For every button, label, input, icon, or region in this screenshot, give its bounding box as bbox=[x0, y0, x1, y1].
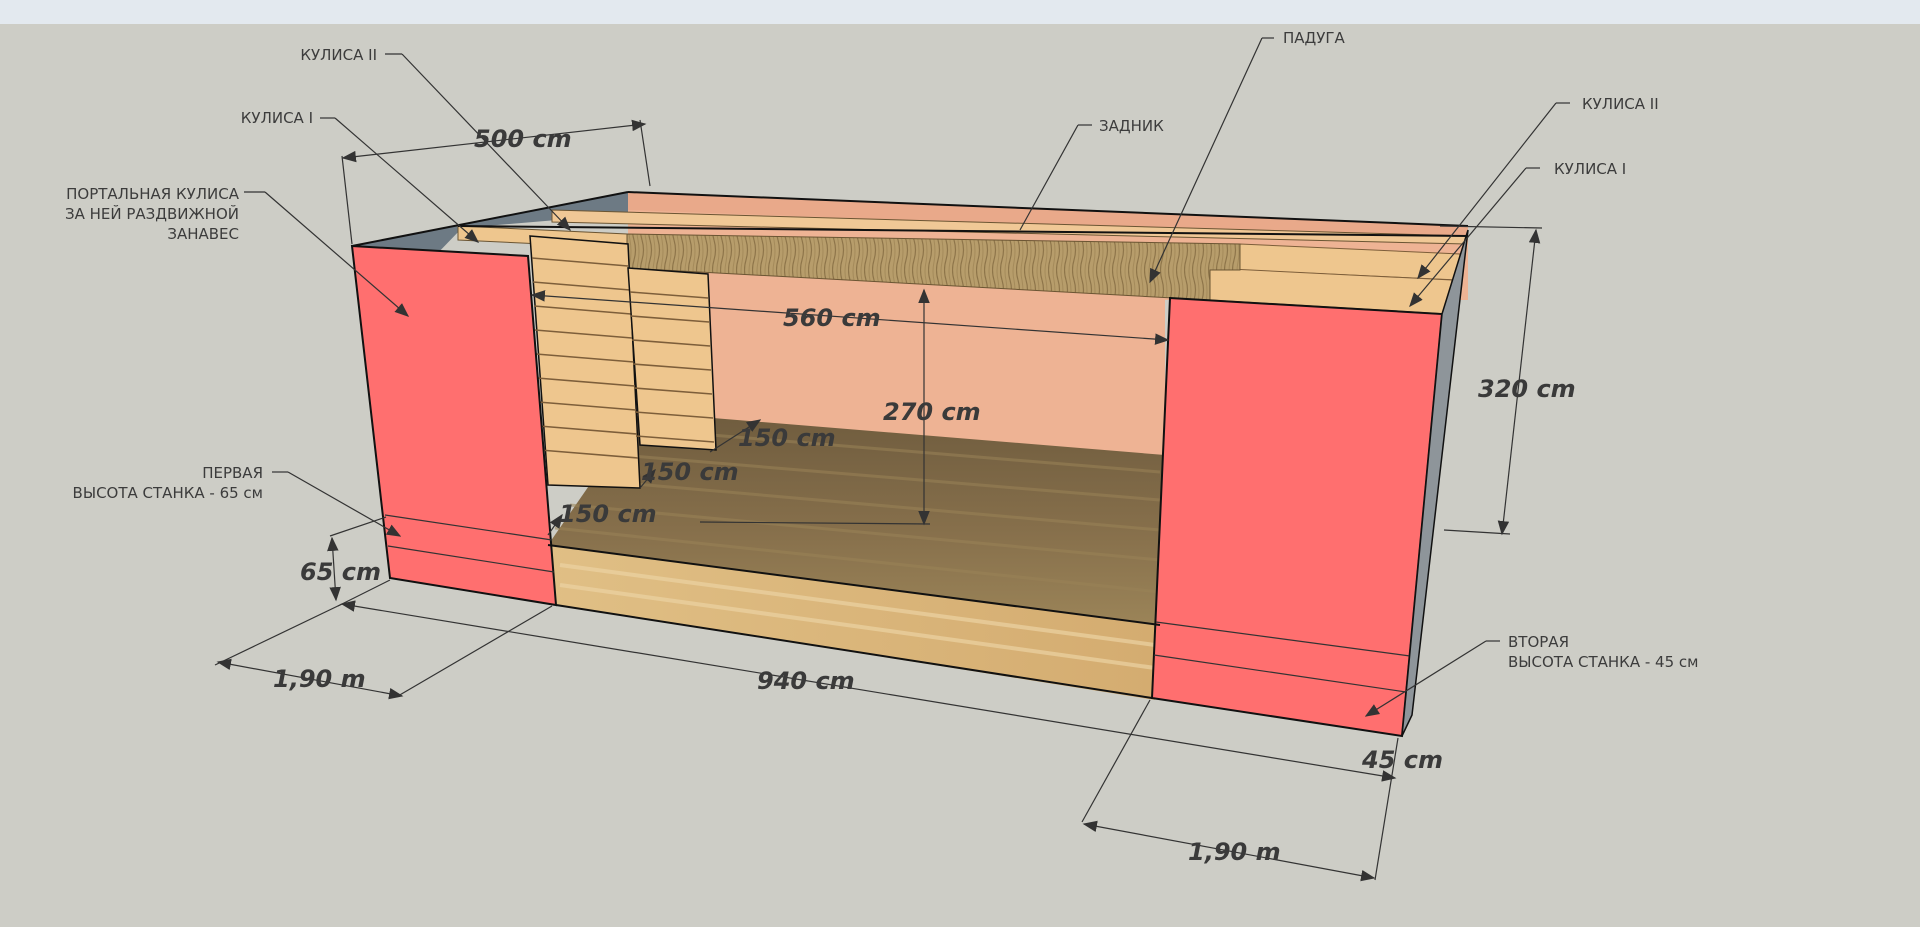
label-paduga: ПАДУГА bbox=[1283, 29, 1346, 47]
dim-opening-height: 270 cm bbox=[883, 398, 981, 426]
label-first-platform-line-1: ПЕРВАЯ bbox=[202, 464, 263, 482]
label-zadnik: ЗАДНИК bbox=[1099, 117, 1164, 135]
dim-right-platform-width: 1,90 m bbox=[1188, 838, 1281, 866]
dim-left-platform-width: 1,90 m bbox=[273, 665, 366, 693]
label-kulisa-2-right: КУЛИСА II bbox=[1582, 95, 1659, 113]
dim-opening-width: 560 cm bbox=[783, 304, 881, 332]
label-portal-line-2: ЗА НЕЙ РАЗДВИЖНОЙ bbox=[65, 204, 239, 223]
label-first-platform-line-2: ВЫСОТА СТАНКА - 65 см bbox=[73, 484, 263, 502]
dim-depth-top: 500 cm bbox=[474, 125, 572, 153]
dim-wing-depth-3: 150 cm bbox=[559, 500, 657, 528]
label-second-platform-line-2: ВЫСОТА СТАНКА - 45 см bbox=[1508, 653, 1698, 671]
right-portal-kulisa bbox=[1150, 296, 1444, 738]
stage-diagram: КУЛИСА II КУЛИСА I ПОРТАЛЬНАЯ КУЛИСА ЗА … bbox=[65, 29, 1698, 882]
label-second-platform-line-1: ВТОРАЯ bbox=[1508, 633, 1569, 651]
dim-total-width: 940 cm bbox=[757, 667, 855, 695]
label-portal-line-1: ПОРТАЛЬНАЯ КУЛИСА bbox=[66, 185, 240, 203]
dim-left-platform-height: 65 cm bbox=[300, 558, 381, 586]
dim-wing-depth-2: 150 cm bbox=[641, 458, 739, 486]
label-kulisa-1-right: КУЛИСА I bbox=[1554, 160, 1626, 178]
label-portal-line-3: ЗАНАВЕС bbox=[167, 225, 239, 243]
dim-wing-depth-1: 150 cm bbox=[738, 424, 836, 452]
label-kulisa-2-left: КУЛИСА II bbox=[300, 46, 377, 64]
left-portal-kulisa bbox=[350, 244, 558, 607]
dim-total-height: 320 cm bbox=[1478, 375, 1576, 403]
dim-right-platform-height: 45 cm bbox=[1361, 746, 1443, 774]
label-kulisa-1-left: КУЛИСА I bbox=[241, 109, 313, 127]
